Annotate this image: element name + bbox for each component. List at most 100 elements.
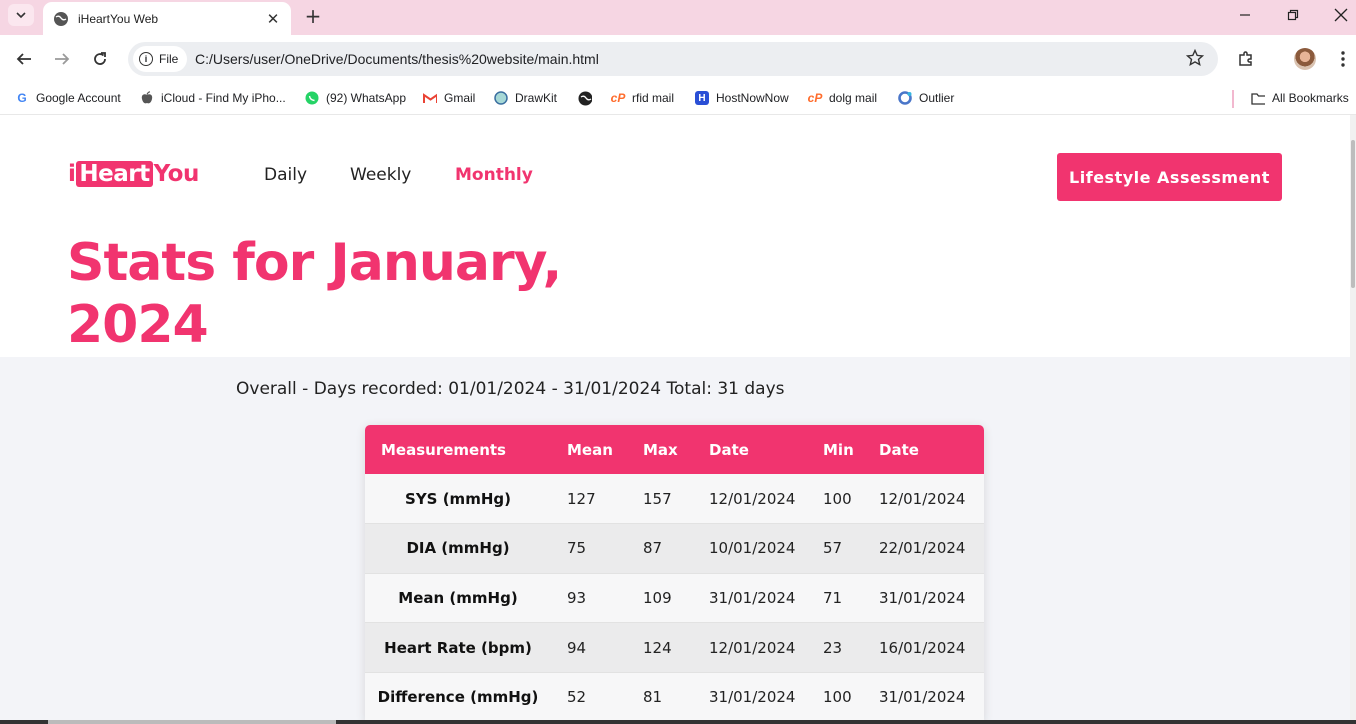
max-cell: 157	[643, 489, 672, 508]
bookmark-icloud[interactable]: iCloud - Find My iPho...	[140, 91, 286, 105]
bookmark-drawkit[interactable]: DrawKit	[494, 91, 557, 105]
info-icon: i	[139, 52, 153, 66]
apple-icon	[140, 91, 154, 105]
table-row: SYS (mmHg) 127 157 12/01/2024 100 12/01/…	[365, 474, 984, 524]
min-date-cell: 31/01/2024	[879, 688, 966, 707]
min-cell: 23	[823, 638, 843, 657]
table-row: Difference (mmHg) 52 81 31/01/2024 100 3…	[365, 672, 984, 722]
bookmark-dolg-mail[interactable]: cP dolg mail	[808, 91, 877, 105]
puzzle-icon	[1239, 51, 1252, 66]
max-date-cell: 12/01/2024	[709, 489, 796, 508]
extensions-button[interactable]	[1231, 44, 1261, 74]
globe-icon	[54, 11, 68, 26]
stats-section: Overall - Days recorded: 01/01/2024 - 31…	[0, 357, 1350, 724]
max-date-cell: 10/01/2024	[709, 539, 796, 558]
taskbar-segment	[48, 720, 336, 724]
bookmark-globe[interactable]	[578, 91, 599, 105]
column-header: Measurements	[381, 440, 506, 459]
bookmark-hostnownow[interactable]: H HostNowNow	[695, 91, 789, 105]
max-cell: 124	[643, 638, 672, 657]
tab-title: iHeartYou Web	[78, 11, 159, 26]
browser-toolbar: i File C:/Users/user/OneDrive/Documents/…	[0, 35, 1356, 83]
min-date-cell: 22/01/2024	[879, 539, 966, 558]
browser-menu-button[interactable]	[1328, 44, 1356, 74]
bookmarks-separator	[1232, 90, 1234, 108]
logo-suffix: You	[153, 161, 200, 187]
tab-strip: iHeartYou Web ✕ +	[0, 0, 1356, 35]
reload-button[interactable]	[85, 44, 115, 74]
arrow-left-icon	[16, 53, 31, 65]
column-header: Date	[879, 440, 919, 459]
restore-icon	[1287, 9, 1299, 21]
table-row: DIA (mmHg) 75 87 10/01/2024 57 22/01/202…	[365, 523, 984, 574]
min-cell: 71	[823, 588, 843, 607]
back-button[interactable]	[9, 44, 39, 74]
arrow-right-icon	[55, 53, 70, 65]
drawkit-icon	[494, 91, 508, 105]
measurement-label: Mean (mmHg)	[398, 588, 518, 607]
globe-icon	[578, 91, 592, 105]
scrollbar-thumb[interactable]	[1351, 140, 1355, 288]
bookmark-whatsapp[interactable]: (92) WhatsApp	[305, 91, 406, 105]
page-title: Stats for January, 2024	[67, 233, 562, 355]
minimize-icon	[1240, 14, 1250, 16]
avatar	[1294, 48, 1316, 70]
logo-box: Heart	[76, 161, 153, 187]
hostnownow-icon: H	[695, 91, 709, 105]
bookmark-star-icon[interactable]	[1186, 49, 1204, 67]
all-bookmarks[interactable]: All Bookmarks	[1251, 91, 1349, 105]
outlier-icon	[898, 91, 912, 105]
reload-icon	[94, 52, 106, 65]
min-date-cell: 31/01/2024	[879, 588, 966, 607]
days-recorded-summary: Overall - Days recorded: 01/01/2024 - 31…	[236, 379, 785, 399]
table-header-row: Measurements Mean Max Date Min Date	[365, 425, 984, 474]
bookmark-rfid-mail[interactable]: cP rfid mail	[611, 91, 674, 105]
max-date-cell: 31/01/2024	[709, 588, 796, 607]
close-icon	[1334, 8, 1348, 22]
measurement-label: Heart Rate (bpm)	[384, 638, 532, 657]
min-date-cell: 16/01/2024	[879, 638, 966, 657]
taskbar-edge	[0, 720, 1356, 724]
mean-cell: 94	[567, 638, 587, 657]
min-cell: 100	[823, 688, 852, 707]
close-tab-icon[interactable]: ✕	[259, 5, 287, 33]
profile-button[interactable]	[1290, 44, 1320, 74]
bookmark-gmail[interactable]: Gmail	[423, 91, 475, 105]
bookmark-outlier[interactable]: Outlier	[898, 91, 954, 105]
tab-search-button[interactable]	[8, 4, 34, 26]
site-logo[interactable]: i Heart You	[68, 161, 199, 187]
measurement-label: DIA (mmHg)	[406, 539, 510, 558]
max-cell: 81	[643, 688, 663, 707]
url-text[interactable]: C:/Users/user/OneDrive/Documents/thesis%…	[195, 51, 599, 67]
column-header: Mean	[567, 440, 613, 459]
whatsapp-icon	[305, 91, 319, 105]
nav-monthly[interactable]: Monthly	[455, 165, 533, 185]
lifestyle-assessment-button[interactable]: Lifestyle Assessment	[1057, 153, 1282, 201]
measurement-label: SYS (mmHg)	[405, 489, 511, 508]
security-chip-label: File	[159, 52, 179, 66]
active-tab[interactable]: iHeartYou Web ✕	[43, 2, 291, 35]
nav-weekly[interactable]: Weekly	[350, 165, 411, 185]
bookmark-google-account[interactable]: G Google Account	[15, 91, 120, 105]
folder-icon	[1251, 91, 1265, 105]
min-cell: 57	[823, 539, 843, 558]
close-window-button[interactable]	[1317, 0, 1356, 30]
nav-daily[interactable]: Daily	[264, 165, 307, 185]
max-cell: 87	[643, 539, 663, 558]
restore-button[interactable]	[1269, 0, 1317, 30]
logo-prefix: i	[68, 161, 76, 187]
address-bar[interactable]: i File C:/Users/user/OneDrive/Documents/…	[128, 42, 1218, 76]
cpanel-icon: cP	[807, 91, 823, 105]
site-info-chip[interactable]: i File	[133, 46, 188, 72]
max-cell: 109	[643, 588, 672, 607]
mean-cell: 127	[567, 489, 596, 508]
minimize-button[interactable]	[1221, 0, 1269, 30]
cpanel-icon: cP	[610, 91, 626, 105]
table-row: Mean (mmHg) 93 109 31/01/2024 71 31/01/2…	[365, 573, 984, 623]
more-vertical-icon	[1341, 51, 1345, 67]
column-header: Min	[823, 440, 854, 459]
mean-cell: 75	[567, 539, 587, 558]
forward-button[interactable]	[47, 44, 77, 74]
table-row: Heart Rate (bpm) 94 124 12/01/2024 23 16…	[365, 622, 984, 673]
new-tab-button[interactable]: +	[300, 3, 326, 29]
